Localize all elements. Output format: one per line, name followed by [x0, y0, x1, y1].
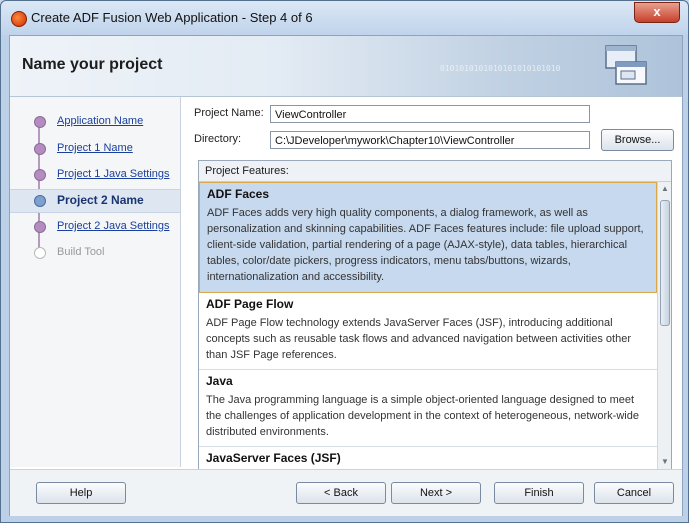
wizard-footer: Help < Back Next > Finish Cancel [10, 469, 682, 516]
project-name-field[interactable]: ViewController [270, 105, 590, 123]
close-button[interactable]: x [634, 2, 680, 23]
step-visited-icon [34, 221, 46, 233]
cancel-button[interactable]: Cancel [594, 482, 674, 504]
nav-step-project1-java[interactable]: Project 1 Java Settings [10, 164, 180, 186]
feature-jsf[interactable]: JavaServer Faces (JSF) [199, 447, 657, 469]
features-header: Project Features: [199, 161, 671, 182]
scroll-thumb[interactable] [660, 200, 670, 326]
wizard-client-area: Name your project 0101010101010101010101… [9, 35, 683, 516]
nav-step-project2-name[interactable]: Project 2 Name [10, 189, 180, 213]
feature-title: ADF Faces [207, 187, 270, 201]
title-bar: Create ADF Fusion Web Application - Step… [1, 1, 688, 35]
help-button[interactable]: Help [36, 482, 126, 504]
page-title: Name your project [22, 56, 163, 73]
nav-step-label: Build Tool [57, 246, 105, 258]
browse-button[interactable]: Browse... [601, 129, 674, 151]
wizard-window: Create ADF Fusion Web Application - Step… [0, 0, 689, 523]
feature-title: ADF Page Flow [206, 297, 294, 311]
nav-step-label: Project 2 Name [57, 193, 144, 207]
app-icon [11, 11, 27, 27]
wizard-windows-icon [605, 45, 647, 85]
project-features-list: Project Features: ADF Faces ADF Faces ad… [198, 160, 672, 470]
back-button[interactable]: < Back [296, 482, 386, 504]
feature-title: JavaServer Faces (JSF) [206, 451, 341, 465]
nav-step-build-tool: Build Tool [10, 242, 180, 264]
step-pending-icon [34, 247, 46, 259]
wizard-steps-nav: Application Name Project 1 Name Project … [10, 97, 181, 467]
nav-step-label: Application Name [57, 115, 144, 127]
nav-step-project2-java[interactable]: Project 2 Java Settings [10, 216, 180, 238]
nav-step-label: Project 1 Name [57, 142, 133, 154]
feature-description: ADF Page Flow technology extends JavaSer… [206, 317, 631, 361]
feature-description: The Java programming language is a simpl… [206, 394, 639, 438]
feature-adf-page-flow[interactable]: ADF Page Flow ADF Page Flow technology e… [199, 293, 657, 370]
directory-label: Directory: [194, 133, 242, 145]
feature-description: ADF Faces adds very high quality compone… [207, 207, 644, 283]
window-title: Create ADF Fusion Web Application - Step… [31, 10, 313, 25]
nav-step-application-name[interactable]: Application Name [10, 111, 180, 133]
feature-title: Java [206, 374, 233, 388]
finish-button[interactable]: Finish [494, 482, 584, 504]
next-button[interactable]: Next > [391, 482, 481, 504]
step-visited-icon [34, 143, 46, 155]
feature-java[interactable]: Java The Java programming language is a … [199, 370, 657, 447]
nav-step-project1-name[interactable]: Project 1 Name [10, 138, 180, 160]
wizard-header: Name your project 0101010101010101010101… [10, 36, 682, 97]
header-decoration: 0101010101010101010101010 [440, 64, 561, 73]
project-form: Project Name: ViewController Directory: … [190, 97, 676, 470]
step-visited-icon [34, 169, 46, 181]
step-current-icon [34, 195, 46, 207]
scroll-up-arrow-icon[interactable]: ▲ [658, 182, 671, 196]
features-scrollbar[interactable]: ▲ ▼ [657, 182, 671, 469]
directory-field[interactable]: C:\JDeveloper\mywork\Chapter10\ViewContr… [270, 131, 590, 149]
scroll-down-arrow-icon[interactable]: ▼ [658, 455, 671, 469]
feature-adf-faces[interactable]: ADF Faces ADF Faces adds very high quali… [199, 182, 657, 293]
nav-step-label: Project 1 Java Settings [57, 168, 170, 180]
project-name-label: Project Name: [194, 107, 264, 119]
step-visited-icon [34, 116, 46, 128]
nav-step-label: Project 2 Java Settings [57, 220, 170, 232]
